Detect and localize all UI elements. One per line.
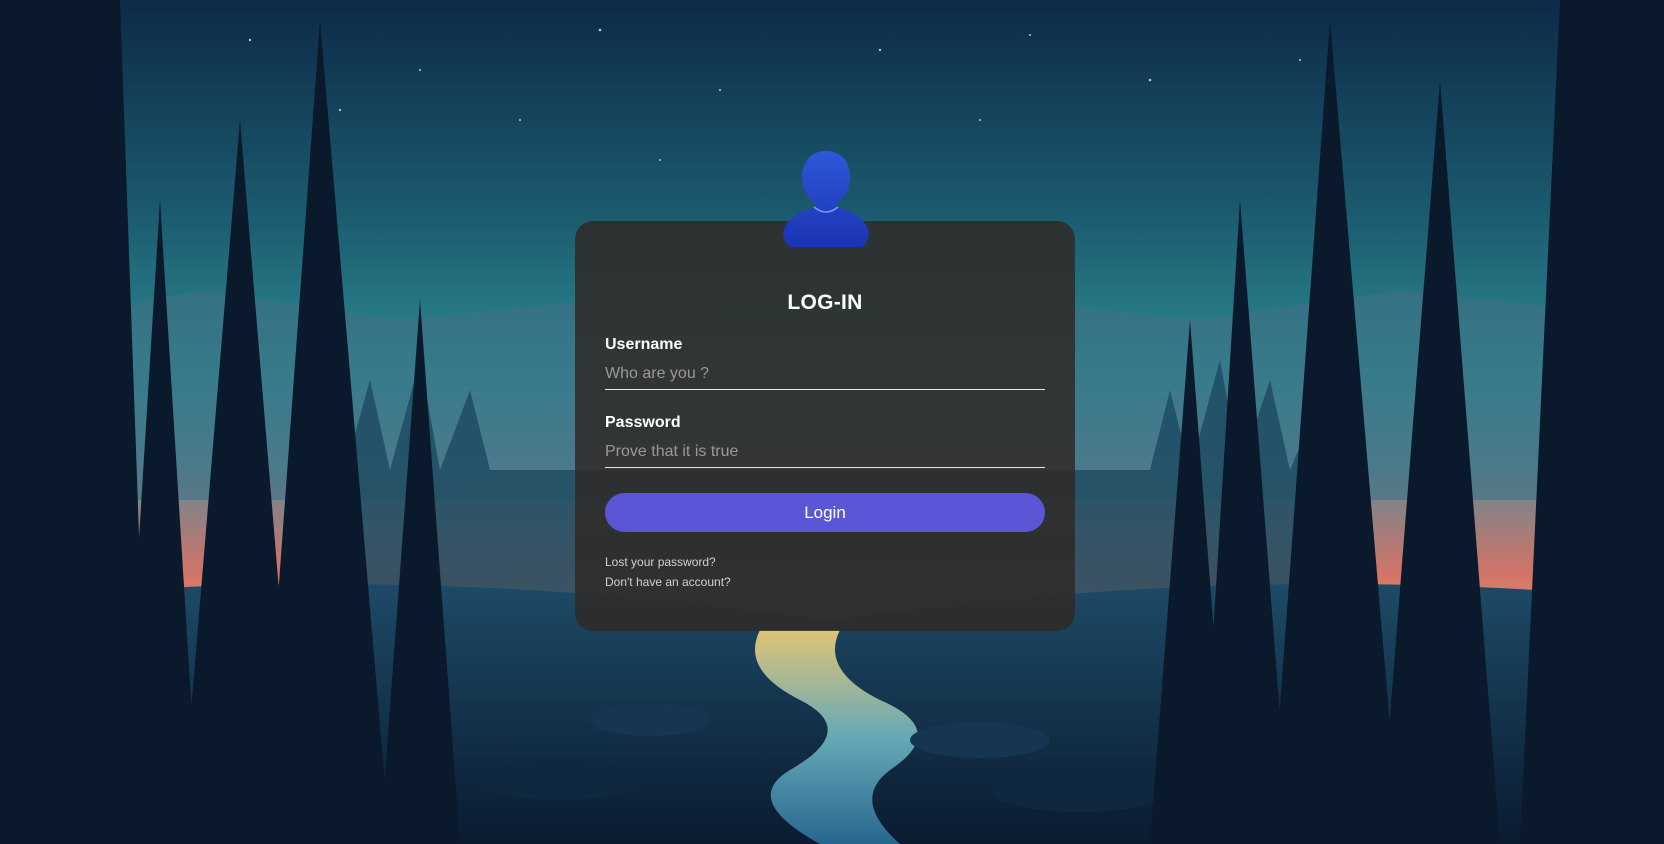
login-button[interactable]: Login [605, 493, 1045, 532]
username-input[interactable] [605, 358, 1045, 390]
login-card: LOG-IN Username Password Login Lost your… [575, 221, 1075, 631]
password-input[interactable] [605, 436, 1045, 468]
lost-password-link[interactable]: Lost your password? [605, 555, 716, 569]
username-label: Username [605, 336, 683, 353]
no-account-link[interactable]: Don't have an account? [605, 575, 731, 589]
password-label: Password [605, 414, 681, 431]
user-avatar-icon [780, 149, 872, 249]
login-title: LOG-IN [787, 291, 863, 314]
